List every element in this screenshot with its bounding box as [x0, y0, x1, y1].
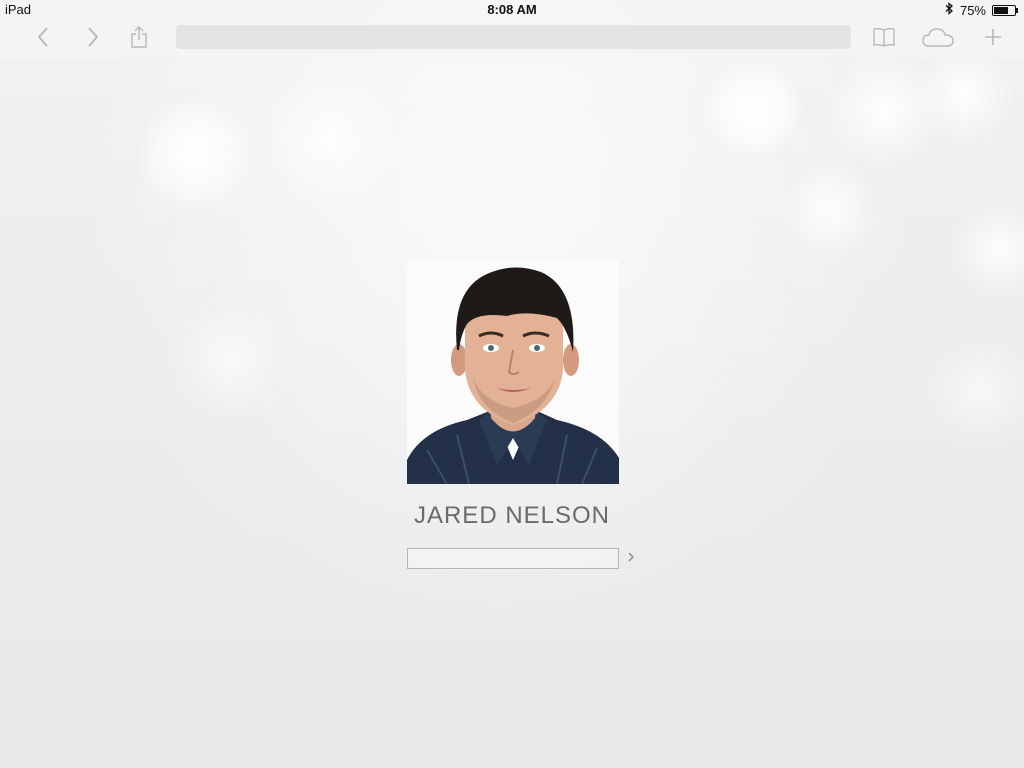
- back-icon[interactable]: [32, 24, 54, 50]
- profile-photo: [407, 260, 619, 484]
- browser-toolbar: [0, 20, 1024, 58]
- new-tab-icon[interactable]: [982, 24, 1004, 50]
- password-input[interactable]: [407, 548, 619, 569]
- battery-percent: 75%: [959, 2, 986, 18]
- status-bar: iPad 8:08 AM 75%: [0, 0, 1024, 20]
- user-name: JARED NELSON: [413, 502, 611, 529]
- status-right: 75%: [945, 2, 1018, 18]
- share-icon[interactable]: [128, 24, 150, 50]
- chevron-right-icon[interactable]: [625, 551, 637, 567]
- battery-icon: [992, 4, 1018, 16]
- bookmarks-icon[interactable]: [871, 24, 897, 50]
- status-time: 8:08 AM: [487, 2, 537, 17]
- icloud-tabs-icon[interactable]: [920, 24, 956, 50]
- address-bar[interactable]: [176, 25, 851, 49]
- forward-icon[interactable]: [82, 24, 104, 50]
- bluetooth-icon: [945, 2, 954, 18]
